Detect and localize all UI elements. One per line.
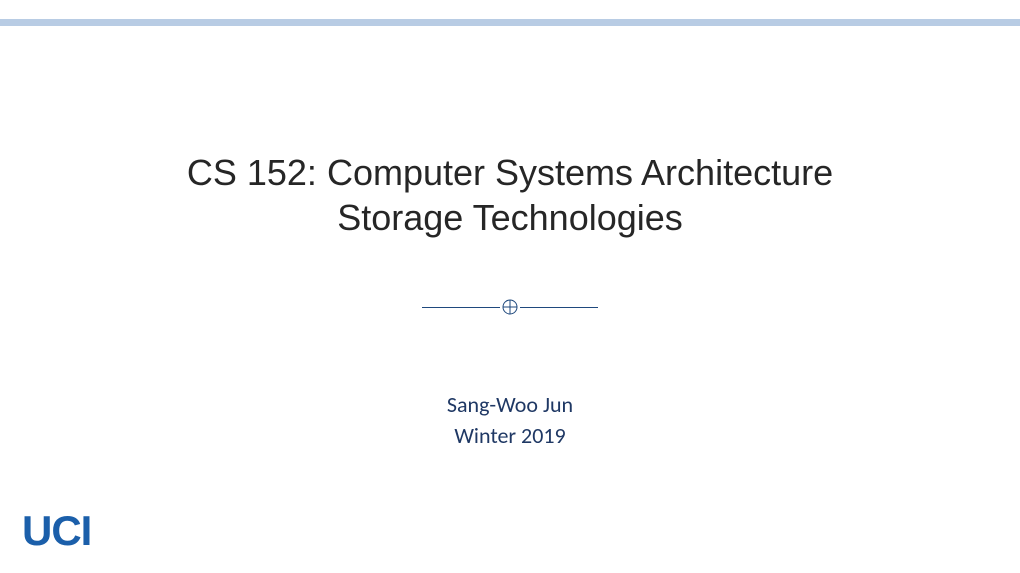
slide-title: CS 152: Computer Systems Architecture St… [0,150,1020,240]
divider-ornament-icon [502,299,518,315]
logo-text: UCI [22,507,91,555]
title-line-2: Storage Technologies [0,195,1020,240]
divider-line-left [422,307,500,308]
author-block: Sang-Woo Jun Winter 2019 [0,390,1020,452]
divider-line-right [520,307,598,308]
title-line-1: CS 152: Computer Systems Architecture [0,150,1020,195]
author-name: Sang-Woo Jun [0,390,1020,421]
top-accent-bar [0,19,1020,26]
author-term: Winter 2019 [0,421,1020,452]
divider [0,299,1020,315]
uci-logo: UCI [22,507,91,555]
